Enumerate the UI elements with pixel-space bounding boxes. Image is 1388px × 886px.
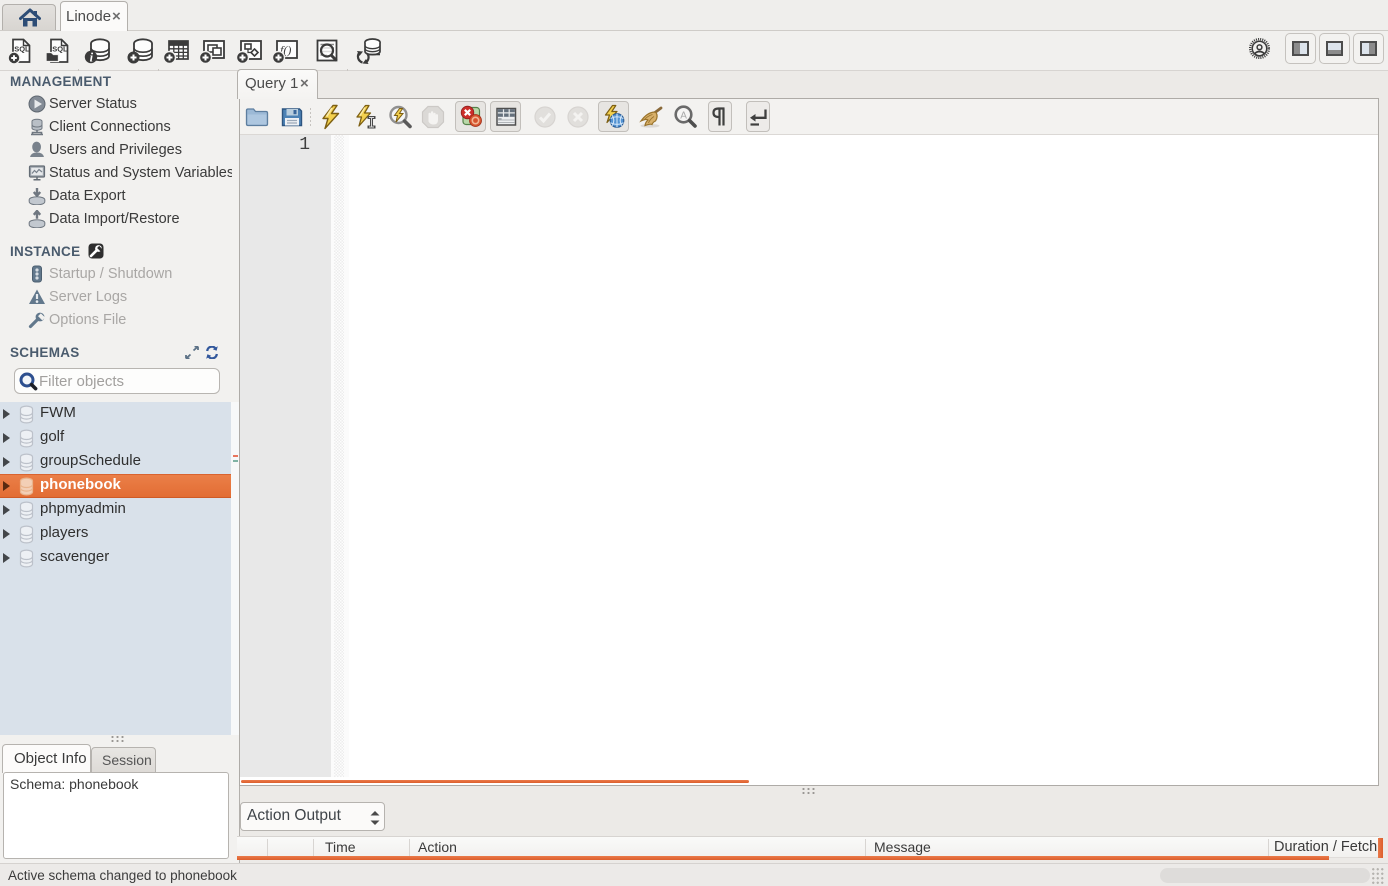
svg-text:SQL: SQL <box>52 45 68 54</box>
svg-text:A: A <box>680 111 687 122</box>
svg-text:i: i <box>90 51 94 65</box>
